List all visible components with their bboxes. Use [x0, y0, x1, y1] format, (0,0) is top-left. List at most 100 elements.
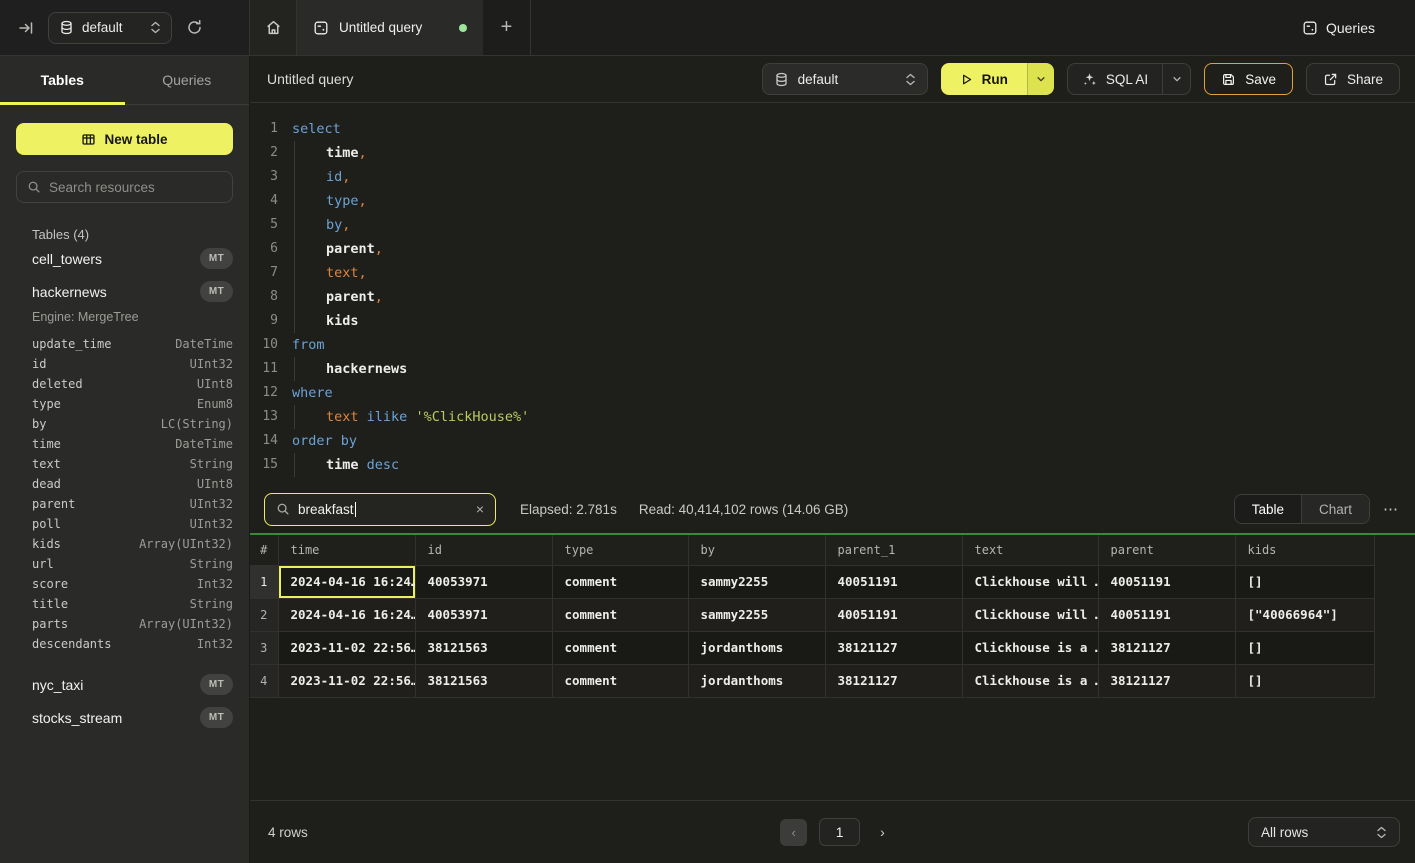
editor-lines: 1select2time,3id,4type,5by,6parent,7text… — [250, 117, 1415, 477]
results-panel: breakfast × Elapsed: 2.781s Read: 40,414… — [250, 485, 1415, 863]
engine-badge: MT — [200, 674, 233, 695]
column-type: DateTime — [175, 337, 233, 351]
view-toggle-chart[interactable]: Chart — [1302, 495, 1369, 523]
column-def-row: textString — [32, 454, 233, 474]
new-table-button[interactable]: New table — [16, 123, 233, 155]
row-number: 1 — [250, 565, 278, 598]
column-type: LC(String) — [161, 417, 233, 431]
table-cell[interactable]: Clickhouse is a … — [962, 664, 1098, 697]
table-cell[interactable]: [] — [1235, 664, 1374, 697]
table-cell[interactable]: ["40066964"] — [1235, 598, 1374, 631]
more-options-icon[interactable]: ⋯ — [1383, 500, 1399, 518]
results-table: #timeidtypebyparent_1textparentkids 1202… — [250, 535, 1375, 698]
table-cell[interactable]: comment — [552, 664, 688, 697]
search-resources-input[interactable] — [49, 180, 222, 195]
table-item-cell-towers[interactable]: cell_towers MT — [32, 242, 233, 275]
column-type: String — [190, 597, 233, 611]
results-filter-input[interactable]: breakfast × — [264, 493, 496, 526]
plus-icon: + — [501, 16, 513, 39]
topbar-left: default — [0, 0, 250, 55]
filter-value: breakfast — [298, 502, 354, 517]
view-toggle: Table Chart — [1234, 494, 1370, 524]
database-selector[interactable]: default — [48, 12, 172, 44]
updown-chevron-icon — [905, 73, 916, 86]
table-cell[interactable]: 40053971 — [415, 565, 552, 598]
page-number-input[interactable]: 1 — [819, 818, 860, 846]
code-line: parent, — [292, 237, 1415, 261]
elapsed-stat: Elapsed: 2.781s — [520, 502, 617, 517]
table-cell[interactable]: comment — [552, 565, 688, 598]
column-header-parent_1[interactable]: parent_1 — [825, 535, 962, 565]
table-cell[interactable]: 38121127 — [1098, 664, 1235, 697]
save-button[interactable]: Save — [1204, 63, 1293, 95]
table-item-hackernews[interactable]: hackernews MT — [32, 275, 233, 308]
column-header-id[interactable]: id — [415, 535, 552, 565]
table-cell[interactable]: Clickhouse will … — [962, 598, 1098, 631]
clear-filter-icon[interactable]: × — [476, 501, 484, 517]
home-button[interactable] — [250, 0, 297, 55]
code-line: parent, — [292, 285, 1415, 309]
table-cell[interactable]: 38121127 — [825, 631, 962, 664]
table-item-stocks-stream[interactable]: stocks_stream MT — [32, 701, 233, 734]
column-header-kids[interactable]: kids — [1235, 535, 1374, 565]
table-cell[interactable]: 38121563 — [415, 664, 552, 697]
engine-detail: Engine: MergeTree — [32, 310, 233, 324]
collapse-sidebar-icon[interactable] — [18, 20, 34, 36]
column-type: UInt32 — [190, 497, 233, 511]
new-tab-button[interactable]: + — [483, 0, 531, 55]
column-def-row: scoreInt32 — [32, 574, 233, 594]
prev-page-button[interactable]: ‹ — [780, 819, 807, 846]
table-cell[interactable]: sammy2255 — [688, 565, 825, 598]
next-page-button[interactable]: › — [880, 824, 885, 840]
queries-icon — [1302, 20, 1318, 36]
table-cell[interactable]: 40051191 — [1098, 598, 1235, 631]
results-header-row: #timeidtypebyparent_1textparentkids — [250, 535, 1374, 565]
column-type: DateTime — [175, 437, 233, 451]
table-cell[interactable]: [] — [1235, 565, 1374, 598]
run-options-button[interactable] — [1027, 63, 1054, 95]
database-selector-value: default — [82, 20, 142, 35]
table-cell[interactable]: jordanthoms — [688, 664, 825, 697]
table-cell[interactable]: 40051191 — [825, 565, 962, 598]
column-header-parent[interactable]: parent — [1098, 535, 1235, 565]
table-cell[interactable]: jordanthoms — [688, 631, 825, 664]
table-cell[interactable]: 40053971 — [415, 598, 552, 631]
table-cell[interactable]: 2023-11-02 22:56… — [278, 631, 415, 664]
refresh-icon[interactable] — [186, 19, 203, 36]
table-cell[interactable]: 2023-11-02 22:56… — [278, 664, 415, 697]
sidebar-tab-queries[interactable]: Queries — [125, 56, 250, 104]
table-cell[interactable]: Clickhouse will … — [962, 565, 1098, 598]
table-item-nyc-taxi[interactable]: nyc_taxi MT — [32, 668, 233, 701]
sidebar-tab-tables[interactable]: Tables — [0, 56, 125, 104]
run-button[interactable]: Run — [941, 63, 1027, 95]
column-header-time[interactable]: time — [278, 535, 415, 565]
table-cell[interactable]: 40051191 — [825, 598, 962, 631]
table-cell[interactable]: [] — [1235, 631, 1374, 664]
table-cell[interactable]: Clickhouse is a … — [962, 631, 1098, 664]
table-cell[interactable]: 38121127 — [825, 664, 962, 697]
table-cell[interactable]: comment — [552, 598, 688, 631]
column-header-index[interactable]: # — [250, 535, 278, 565]
editor-line: 15time desc — [250, 453, 1415, 477]
queries-button[interactable]: Queries — [1302, 0, 1415, 55]
column-header-type[interactable]: type — [552, 535, 688, 565]
column-header-by[interactable]: by — [688, 535, 825, 565]
column-type: Enum8 — [197, 397, 233, 411]
share-button[interactable]: Share — [1306, 63, 1400, 95]
table-cell[interactable]: 40051191 — [1098, 565, 1235, 598]
table-cell[interactable]: 38121127 — [1098, 631, 1235, 664]
sql-ai-options-button[interactable] — [1162, 64, 1190, 94]
sidebar-search[interactable] — [16, 171, 233, 203]
tab-untitled-query[interactable]: Untitled query — [297, 0, 483, 55]
table-cell[interactable]: 38121563 — [415, 631, 552, 664]
table-cell[interactable]: 2024-04-16 16:24… — [278, 565, 415, 598]
sql-ai-button[interactable]: SQL AI — [1068, 72, 1162, 87]
column-header-text[interactable]: text — [962, 535, 1098, 565]
query-database-selector[interactable]: default — [762, 63, 928, 95]
sql-editor[interactable]: 1select2time,3id,4type,5by,6parent,7text… — [250, 103, 1415, 485]
table-cell[interactable]: 2024-04-16 16:24… — [278, 598, 415, 631]
view-toggle-table[interactable]: Table — [1235, 495, 1302, 523]
page-size-selector[interactable]: All rows — [1248, 817, 1400, 847]
table-cell[interactable]: sammy2255 — [688, 598, 825, 631]
table-cell[interactable]: comment — [552, 631, 688, 664]
